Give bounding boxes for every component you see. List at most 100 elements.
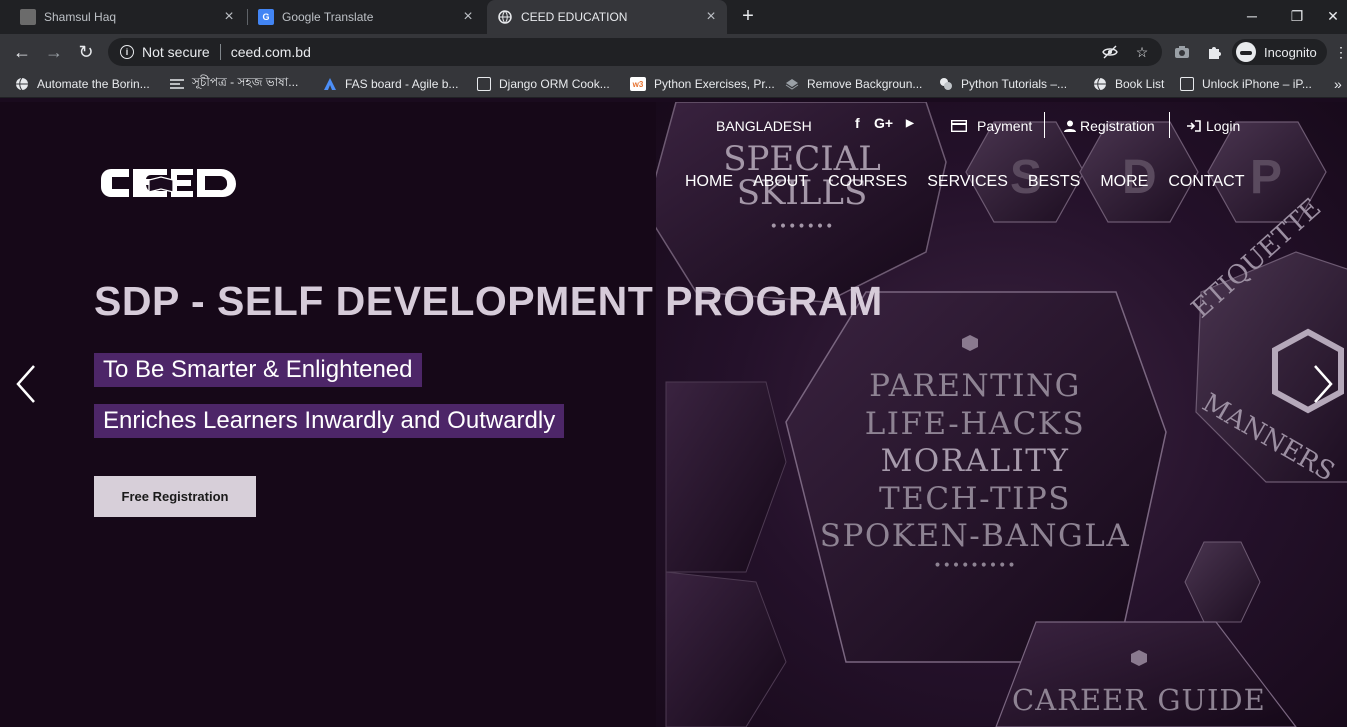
topic-spoken-bangla: SPOKEN-BANGLA xyxy=(819,518,1131,554)
nav-courses[interactable]: COURSES xyxy=(828,173,907,191)
globe-icon xyxy=(15,77,29,91)
tab-google-translate[interactable]: G Google Translate × xyxy=(238,0,484,34)
country-label[interactable]: BANGLADESH xyxy=(716,118,812,134)
nav-about[interactable]: ABOUT xyxy=(753,173,808,191)
career-guide-label: CAREER GUIDE xyxy=(1012,683,1266,717)
nav-home[interactable]: HOME xyxy=(685,173,733,191)
lines-icon xyxy=(170,77,184,91)
eye-slash-icon[interactable] xyxy=(1102,44,1118,60)
incognito-profile-button[interactable]: Incognito xyxy=(1232,39,1327,65)
incognito-icon xyxy=(1236,42,1256,62)
globe-icon xyxy=(1093,77,1107,91)
ceed-logo[interactable] xyxy=(99,166,239,200)
google-plus-icon[interactable]: G+ xyxy=(874,115,893,131)
dots-decoration: ••••••• xyxy=(769,219,835,235)
bookmark-label: Django ORM Cook... xyxy=(499,77,610,91)
topics-list: PARENTING LIFE-HACKS MORALITY TECH-TIPS … xyxy=(790,368,1160,576)
layers-icon xyxy=(785,77,799,91)
bookmark-item[interactable]: Python Tutorials –... xyxy=(939,70,1067,98)
tab-ceed-education[interactable]: CEED EDUCATION × xyxy=(487,0,727,34)
extensions-icon[interactable] xyxy=(1205,43,1223,61)
topic-parenting: PARENTING xyxy=(869,368,1081,404)
main-navigation: HOME ABOUT COURSES SERVICES BESTS MORE C… xyxy=(685,173,1264,191)
free-registration-button[interactable]: Free Registration xyxy=(94,476,256,517)
bookmark-item[interactable]: Automate the Borin... xyxy=(15,70,150,98)
registration-link[interactable]: Registration xyxy=(1064,118,1155,134)
hero-tagline-1: To Be Smarter & Enlightened xyxy=(94,353,422,387)
bookmark-label: Python Exercises, Pr... xyxy=(654,77,775,91)
security-label[interactable]: Not secure xyxy=(142,44,210,60)
topbar-divider xyxy=(1169,112,1170,138)
address-bar[interactable]: i Not secure ceed.com.bd ☆ xyxy=(108,38,1162,66)
close-window-button[interactable]: ✕ xyxy=(1319,0,1347,32)
user-icon xyxy=(1064,120,1076,132)
nav-services[interactable]: SERVICES xyxy=(927,173,1008,191)
carousel-prev-arrow-icon[interactable] xyxy=(14,364,38,404)
close-icon[interactable]: × xyxy=(221,9,237,25)
maximize-button[interactable]: ❐ xyxy=(1274,0,1320,32)
bookmark-item[interactable]: Unlock iPhone – iP... xyxy=(1180,70,1312,98)
youtube-icon[interactable]: ▶ xyxy=(906,118,914,129)
bookmark-item[interactable]: Book List xyxy=(1093,70,1164,98)
bookmark-label: Unlock iPhone – iP... xyxy=(1202,77,1312,91)
minimize-button[interactable]: ─ xyxy=(1229,0,1275,32)
carousel-next-arrow-icon[interactable] xyxy=(1311,364,1335,404)
browser-tab-bar: Shamsul Haq × G Google Translate × CEED … xyxy=(0,0,1347,34)
python-icon xyxy=(939,77,953,91)
topic-life-hacks: LIFE-HACKS xyxy=(864,405,1086,442)
payment-label: Payment xyxy=(977,118,1033,134)
w3-icon: w3 xyxy=(630,77,646,91)
payment-link[interactable]: Payment xyxy=(951,118,1032,134)
star-icon[interactable]: ☆ xyxy=(1134,44,1150,60)
hero-artwork: SPECIAL SKILLS ••••••• S D P PARENTING L… xyxy=(656,102,1347,727)
bookmark-label: Automate the Borin... xyxy=(37,77,150,91)
bookmark-label: FAS board - Agile b... xyxy=(345,77,459,91)
special-text: SPECIAL xyxy=(723,139,881,179)
sign-in-icon xyxy=(1187,120,1201,132)
back-button[interactable]: ← xyxy=(10,40,34,64)
tab-title: Shamsul Haq xyxy=(44,10,117,24)
profile-label: Incognito xyxy=(1264,44,1317,60)
nav-contact[interactable]: CONTACT xyxy=(1168,173,1244,191)
bookmark-label: Python Tutorials –... xyxy=(961,77,1068,91)
camera-icon[interactable] xyxy=(1173,43,1191,61)
bookmark-label: সূচীপত্র - সহজ ভাষা... xyxy=(192,75,299,89)
login-link[interactable]: Login xyxy=(1187,118,1240,134)
info-icon[interactable]: i xyxy=(120,45,134,59)
web-page: SPECIAL SKILLS ••••••• S D P PARENTING L… xyxy=(0,102,1347,727)
bookmarks-bar: Automate the Borin... সূচীপত্র - সহজ ভাষ… xyxy=(0,70,1347,98)
bookmark-item[interactable]: সূচীপত্র - সহজ ভাষা... xyxy=(170,70,298,98)
tab-shamsul-haq[interactable]: Shamsul Haq × xyxy=(0,0,245,34)
topic-tech-tips: TECH-TIPS xyxy=(879,480,1071,517)
nav-more[interactable]: MORE xyxy=(1100,173,1148,191)
menu-kebab-icon[interactable]: ⋮ xyxy=(1334,43,1347,61)
login-label: Login xyxy=(1206,118,1241,134)
close-icon[interactable]: × xyxy=(460,9,476,25)
browser-toolbar: ← → ↻ i Not secure ceed.com.bd ☆ Incogni… xyxy=(0,34,1347,70)
facebook-icon[interactable]: f xyxy=(855,115,860,131)
url-text[interactable]: ceed.com.bd xyxy=(231,44,311,60)
bookmark-item[interactable]: w3 Python Exercises, Pr... xyxy=(630,70,775,98)
dots-decoration: ••••••••• xyxy=(933,557,1017,574)
hero-tagline-2: Enriches Learners Inwardly and Outwardly xyxy=(94,404,565,438)
bookmark-item[interactable]: Remove Backgroun... xyxy=(785,70,922,98)
topbar-divider xyxy=(1044,112,1045,138)
topic-morality: MORALITY xyxy=(880,443,1070,479)
bookmark-item[interactable]: Django ORM Cook... xyxy=(477,70,610,98)
registration-label: Registration xyxy=(1080,118,1155,134)
credit-card-icon xyxy=(951,120,967,132)
url-divider xyxy=(219,44,221,60)
forward-button[interactable]: → xyxy=(42,40,66,64)
new-tab-button[interactable]: + xyxy=(737,5,759,27)
bookmark-label: Remove Backgroun... xyxy=(807,77,923,91)
reload-button[interactable]: ↻ xyxy=(74,40,98,64)
bookmark-label: Book List xyxy=(1115,77,1165,91)
bookmarks-overflow-button[interactable]: » xyxy=(1334,76,1342,92)
bookmark-item[interactable]: FAS board - Agile b... xyxy=(323,70,458,98)
globe-icon xyxy=(497,9,513,25)
nav-bests[interactable]: BESTS xyxy=(1028,173,1080,191)
hero-title: SDP - SELF DEVELOPMENT PROGRAM xyxy=(94,278,883,324)
special-skills-label: SPECIAL SKILLS ••••••• xyxy=(702,142,902,244)
tab-title: CEED EDUCATION xyxy=(521,10,628,24)
close-icon[interactable]: × xyxy=(703,9,719,25)
